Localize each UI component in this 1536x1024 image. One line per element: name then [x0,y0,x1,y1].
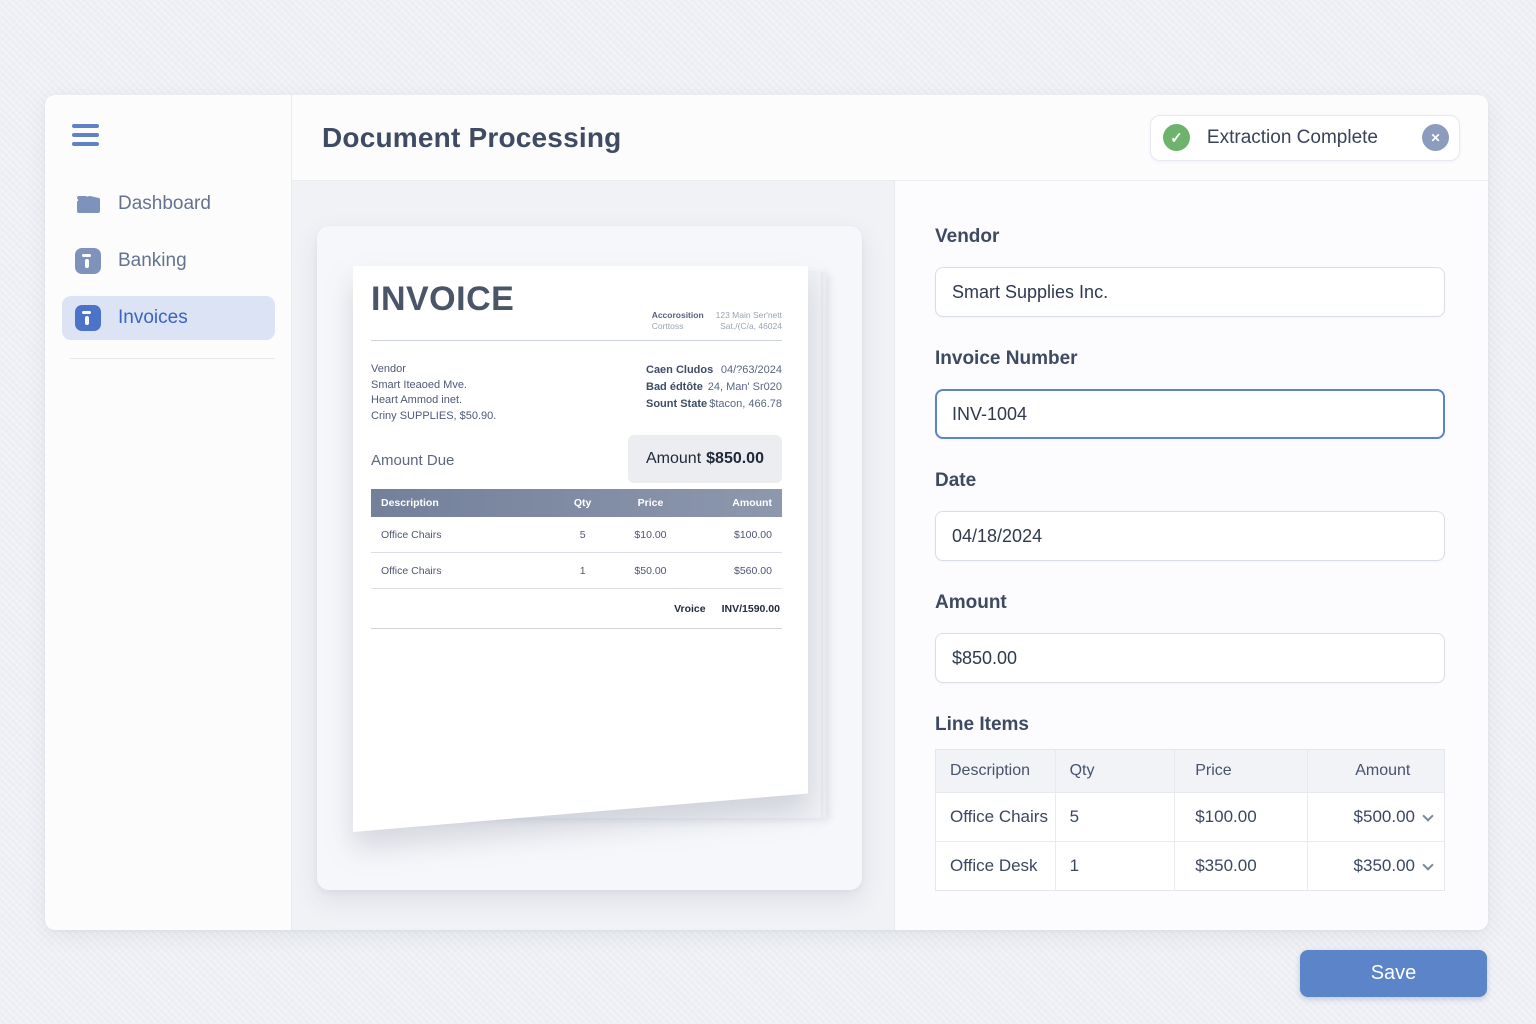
content-area: INVOICE Accorosition Corttoss 123 Main S… [292,181,1488,930]
doc-header-sublabel: Corttoss [652,321,704,332]
save-button[interactable]: Save [1300,950,1487,997]
hamburger-menu-icon[interactable] [72,124,99,146]
doc-table-footer: Vroice INV/1590.00 [371,589,782,629]
line-items-label: Line Items [935,714,1445,736]
amount-field[interactable] [935,633,1445,683]
col-price: Price [1175,750,1307,793]
doc-line-items-table: Description Qty Price Amount Office Chai… [371,489,782,629]
doc-table-header: Description Qty Price Amount [371,489,782,517]
invoice-paper: INVOICE Accorosition Corttoss 123 Main S… [353,266,825,836]
doc-footer-value: INV/1590.00 [722,603,780,615]
page-header: Document Processing ✓ Extraction Complet… [292,95,1488,181]
vendor-field[interactable] [935,267,1445,317]
document-preview-card: INVOICE Accorosition Corttoss 123 Main S… [317,226,862,890]
status-badge-label: Extraction Complete [1207,127,1378,149]
doc-address-line1: 123 Main Ser'nett [716,310,782,321]
line-items-table: Description Qty Price Amount Office Chai… [935,749,1445,891]
main-area: Document Processing ✓ Extraction Complet… [292,95,1488,930]
doc-footer-label: Vroice [674,603,706,615]
sidebar: Dashboard Banking Invoices [45,95,292,930]
sidebar-divider [70,358,275,359]
document-preview-area: INVOICE Accorosition Corttoss 123 Main S… [292,181,895,930]
doc-amount-highlight: Amount $850.00 [628,435,782,483]
app-card: Dashboard Banking Invoices Document Proc… [45,95,1488,930]
doc-detail-value: $tacon, 466.78 [709,398,782,410]
doc-vendor-line: Heart Ammod inet. [371,393,496,409]
extraction-status-badge: ✓ Extraction Complete ✕ [1150,115,1460,161]
doc-address-line2: Sat,/(C/a, 46024 [716,321,782,332]
invoice-doc-header-block: Accorosition Corttoss 123 Main Ser'nett … [652,310,782,332]
doc-col-price: Price [609,497,691,509]
invoice-number-field[interactable] [935,389,1445,439]
col-amount: Amount [1307,750,1444,793]
cell-price: $350.00 [1175,842,1307,891]
sidebar-item-invoices[interactable]: Invoices [62,296,275,340]
cell-description: Office Desk [936,842,1056,891]
page-title: Document Processing [322,122,621,154]
table-row: Office Desk 1 $350.00 $350.00 [936,842,1445,891]
sidebar-item-label: Invoices [118,307,188,329]
doc-vendor-block: Vendor Smart Iteaoed Mve. Heart Ammod in… [371,362,496,424]
vendor-label: Vendor [935,226,1445,248]
doc-col-qty: Qty [556,497,609,509]
doc-amount-box-label: Amount [646,450,701,468]
sidebar-nav: Dashboard Banking Invoices [45,182,291,340]
invoice-document: INVOICE Accorosition Corttoss 123 Main S… [353,266,808,832]
doc-table-row: Office Chairs 1 $50.00 $560.00 [371,553,782,589]
doc-details-block: Caen Cludos 04/?63/2024 Bad édtôte 24, M… [646,364,782,415]
doc-detail-label: Caen Cludos [646,364,713,376]
invoice-doc-title: INVOICE [371,280,514,319]
col-description: Description [936,750,1056,793]
banking-icon [75,248,101,274]
doc-detail-label: Bad édtôte [646,381,703,393]
date-label: Date [935,470,1445,492]
extracted-fields-panel: Vendor Invoice Number Date Amount Line I… [895,181,1488,930]
doc-header-label: Accorosition [652,310,704,321]
sidebar-item-banking[interactable]: Banking [45,239,291,283]
doc-detail-value: 24, Man' Sr020 [708,381,782,393]
folder-icon [75,191,101,217]
sidebar-item-label: Banking [118,250,187,272]
doc-vendor-line: Smart Iteaoed Mve. [371,378,496,394]
col-qty: Qty [1055,750,1175,793]
chevron-down-icon[interactable] [1422,810,1433,821]
table-row: Office Chairs 5 $100.00 $500.00 [936,793,1445,842]
line-items-header-row: Description Qty Price Amount [936,750,1445,793]
invoice-icon [75,305,101,331]
cell-amount: $350.00 [1307,842,1444,891]
doc-detail-value: 04/?63/2024 [721,364,782,376]
doc-detail-label: Sount State [646,398,707,410]
chevron-down-icon[interactable] [1422,859,1433,870]
doc-vendor-label: Vendor [371,362,496,378]
close-icon[interactable]: ✕ [1422,124,1449,151]
doc-divider [371,340,782,341]
cell-qty: 1 [1055,842,1175,891]
cell-description: Office Chairs [936,793,1056,842]
doc-col-description: Description [371,497,556,509]
check-icon: ✓ [1163,124,1190,151]
amount-label: Amount [935,592,1445,614]
invoice-number-label: Invoice Number [935,348,1445,370]
doc-table-row: Office Chairs 5 $10.00 $100.00 [371,517,782,553]
cell-amount: $500.00 [1307,793,1444,842]
sidebar-item-dashboard[interactable]: Dashboard [45,182,291,226]
date-field[interactable] [935,511,1445,561]
doc-col-amount: Amount [692,497,782,509]
doc-vendor-line: Criny SUPPLIES, $50.90. [371,409,496,425]
cell-price: $100.00 [1175,793,1307,842]
cell-qty: 5 [1055,793,1175,842]
doc-amount-due-label: Amount Due [371,452,454,469]
doc-amount-box-value: $850.00 [706,450,764,468]
sidebar-item-label: Dashboard [118,193,211,215]
